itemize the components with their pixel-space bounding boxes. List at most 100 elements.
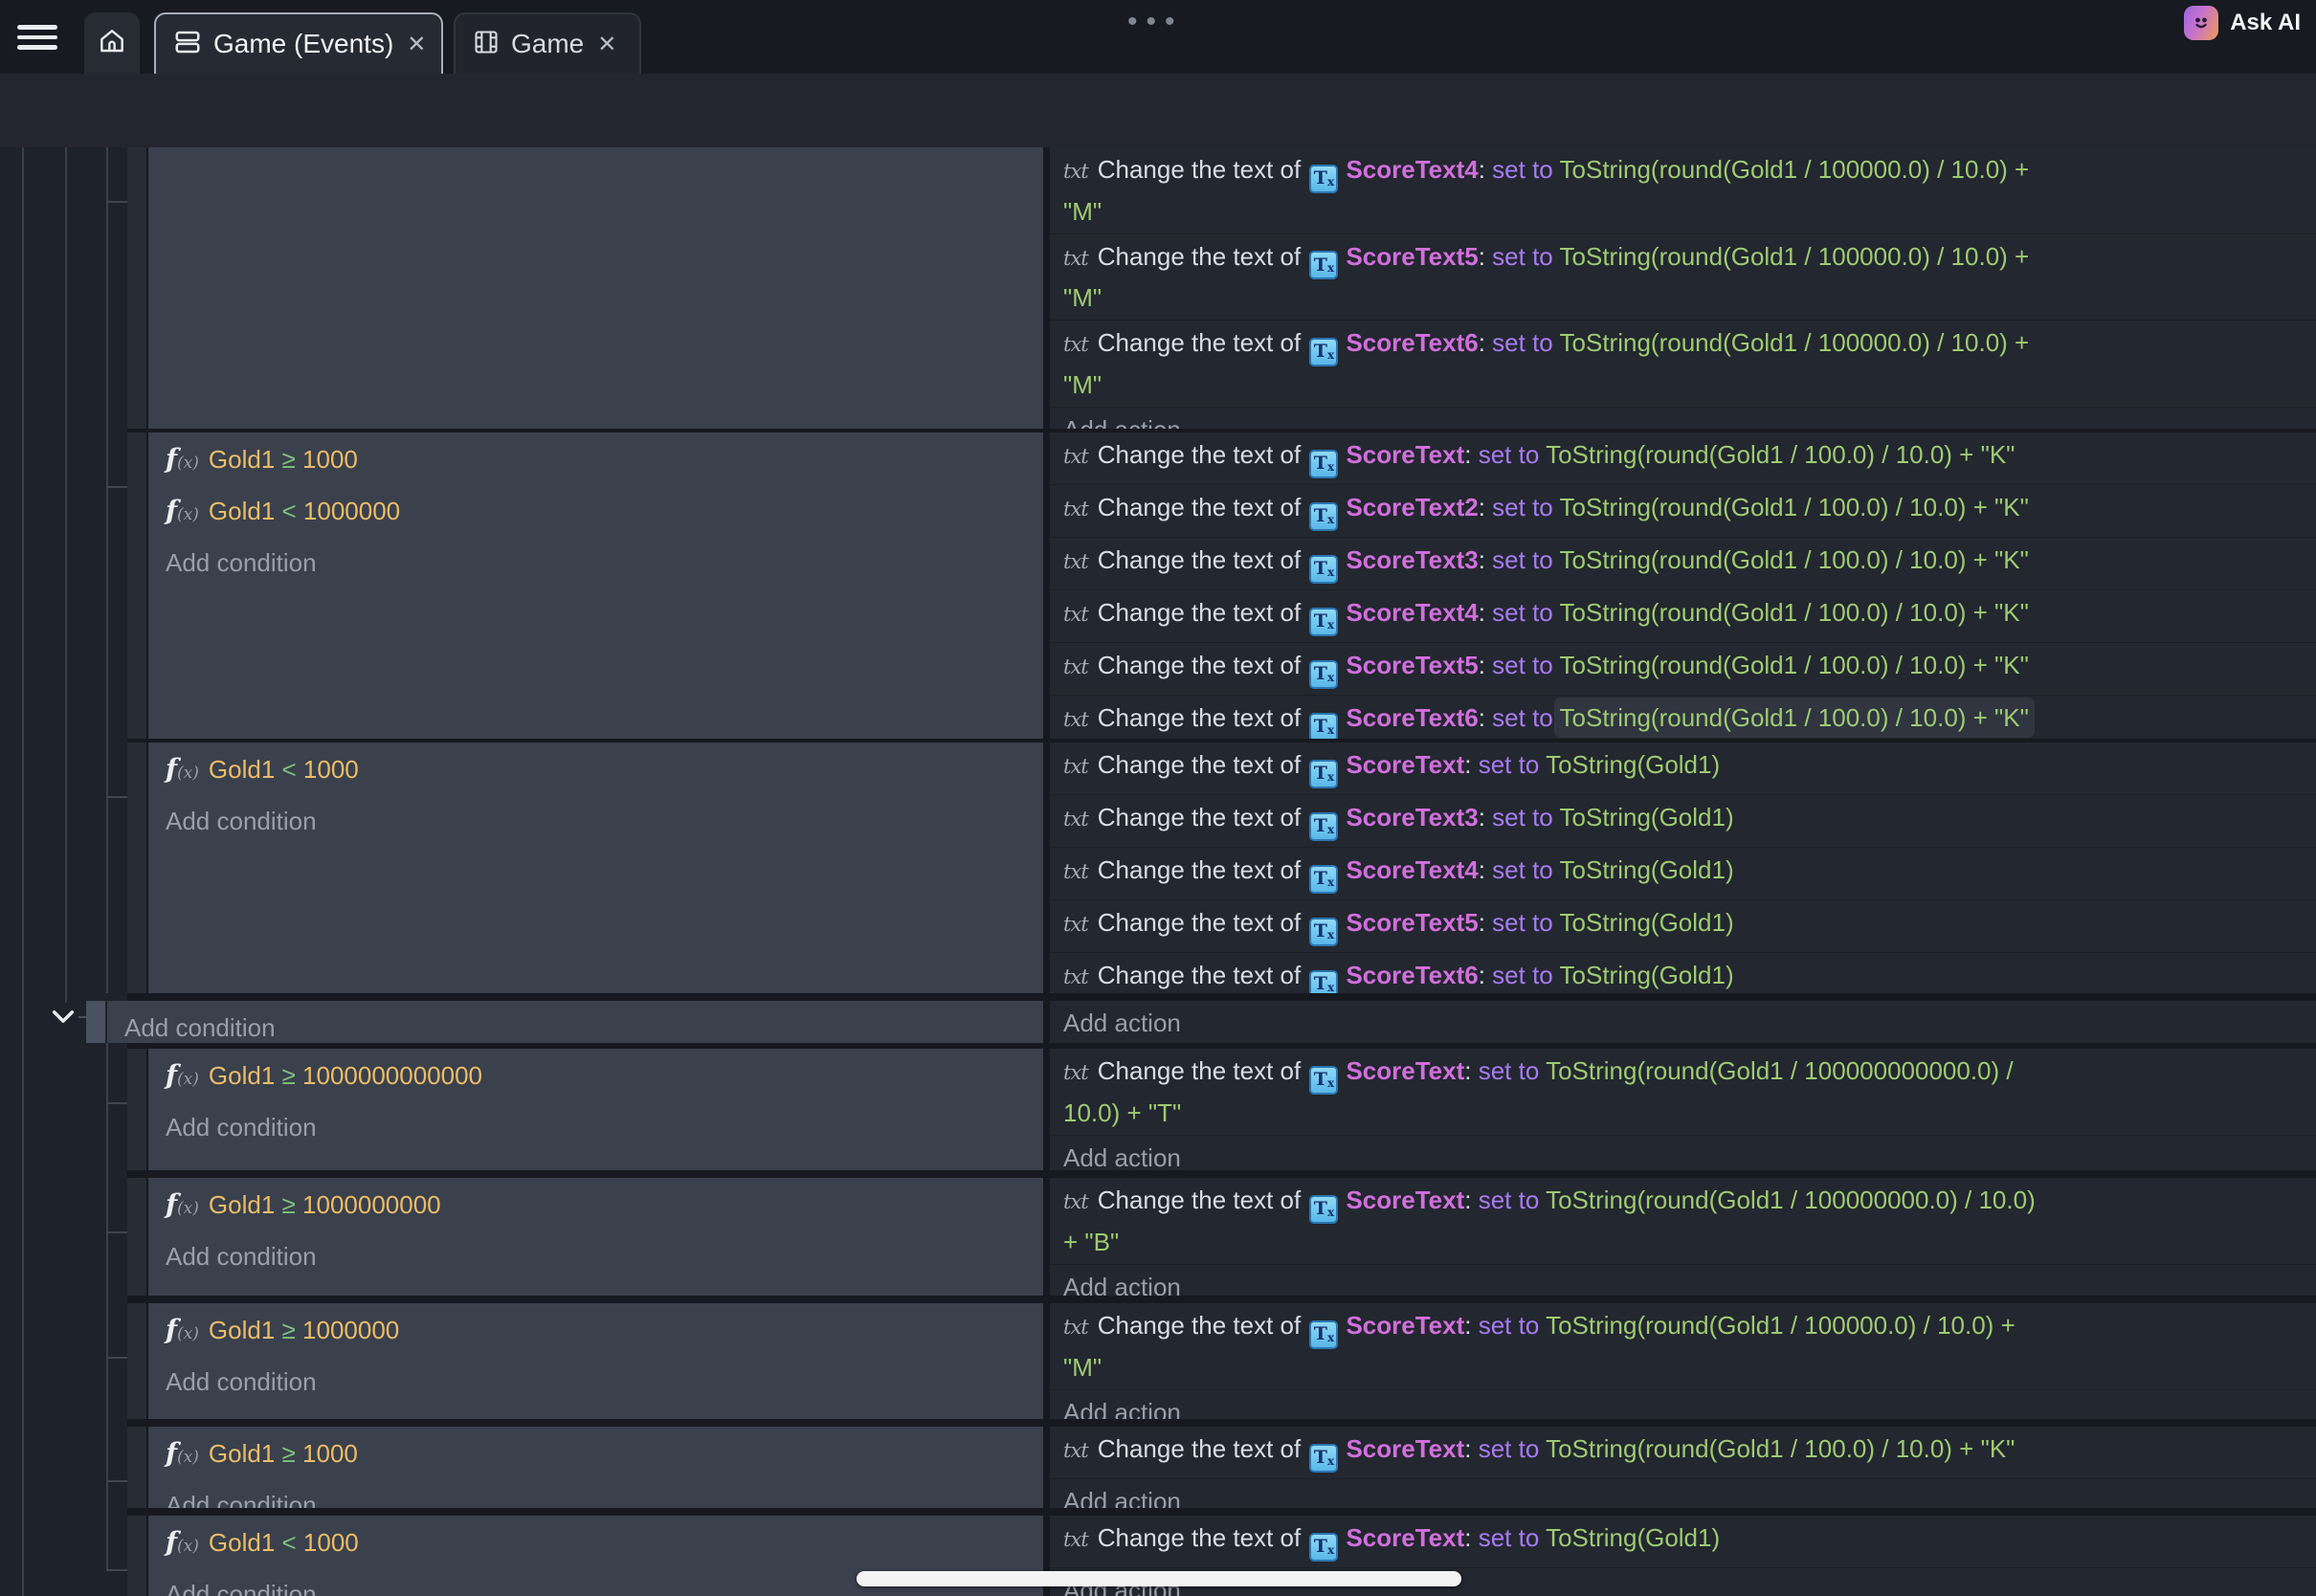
condition-value: 1000 <box>297 755 359 784</box>
event-gutter[interactable] <box>127 1303 146 1419</box>
events-sheet: txt Change the text of Tx ScoreText4: set … <box>0 147 2316 1596</box>
condition-row[interactable]: f(x)Gold1 ≥ 1000 <box>148 1431 1043 1483</box>
tree-connector <box>106 1480 127 1482</box>
text-object-icon: Tx <box>1309 1444 1338 1473</box>
event-block[interactable]: f(x)Gold1 ≥ 1000000000000Add conditiontx… <box>127 1049 2316 1170</box>
text-action-icon: txt <box>1063 498 1088 521</box>
main-menu-icon[interactable] <box>15 19 59 55</box>
actions-cell: txtChange the text of TxScoreText4: set … <box>1050 147 2316 429</box>
action-row[interactable]: txtChange the text of TxScoreText: set t… <box>1050 1178 2316 1265</box>
function-icon: f(x) <box>166 1439 199 1468</box>
event-block[interactable]: Add conditionAdd action <box>86 1001 2316 1043</box>
add-action-button[interactable]: Add action <box>1050 1001 2316 1043</box>
add-condition-button[interactable]: Add condition <box>148 1360 1043 1411</box>
condition-row[interactable]: f(x)Gold1 < 1000 <box>148 1520 1043 1572</box>
add-condition-button[interactable]: Add condition <box>148 541 1043 592</box>
tree-connector <box>106 486 127 488</box>
close-tab-icon[interactable]: ✕ <box>597 31 616 58</box>
tree-connector <box>106 1102 127 1104</box>
condition-value: 1000 <box>297 1528 359 1557</box>
event-block[interactable]: f(x)Gold1 ≥ 1000f(x)Gold1 < 1000000Add c… <box>127 432 2316 739</box>
action-text: Change the text of <box>1098 155 1308 184</box>
action-text: Change the text of <box>1098 242 1308 271</box>
text-object-icon: Tx <box>1309 918 1338 946</box>
text-action-icon: txt <box>1063 550 1088 573</box>
event-block[interactable]: f(x)Gold1 ≥ 1000Add conditiontxtChange t… <box>127 1427 2316 1508</box>
action-row[interactable]: txtChange the text of TxScoreText: set t… <box>1050 1516 2316 1568</box>
tab-game-scene[interactable]: Game ✕ <box>454 12 641 74</box>
add-condition-button[interactable]: Add condition <box>148 1105 1043 1157</box>
function-icon: f(x) <box>166 1528 199 1557</box>
add-condition-button[interactable]: Add condition <box>148 1234 1043 1286</box>
condition-row[interactable]: f(x)Gold1 < 1000000 <box>148 489 1043 541</box>
action-text: : <box>1479 961 1492 989</box>
add-action-button[interactable]: Add action <box>1050 408 2316 430</box>
event-gutter[interactable] <box>127 1049 146 1170</box>
action-row[interactable]: txtChange the text of TxScoreText: set t… <box>1050 1049 2316 1136</box>
action-row[interactable]: txtChange the text of TxScoreText4: set … <box>1050 590 2316 643</box>
event-block[interactable]: f(x)Gold1 < 1000Add conditiontxtChange t… <box>127 743 2316 993</box>
action-row[interactable]: txtChange the text of TxScoreText2: set … <box>1050 485 2316 538</box>
condition-value: 1000 <box>296 445 358 474</box>
action-text: Change the text of <box>1098 1056 1308 1085</box>
add-action-button[interactable]: Add action <box>1050 1265 2316 1297</box>
action-row[interactable]: txtChange the text of TxScoreText3: set … <box>1050 538 2316 590</box>
event-gutter[interactable] <box>127 1178 146 1296</box>
set-to-keyword: set to <box>1492 961 1559 989</box>
event-gutter[interactable] <box>127 1516 146 1596</box>
event-block[interactable]: f(x)Gold1 ≥ 1000000Add conditiontxtChang… <box>127 1303 2316 1419</box>
tree-connector <box>106 1231 127 1233</box>
object-name: ScoreText6 <box>1346 703 1478 732</box>
condition-row[interactable]: f(x)Gold1 ≥ 1000000 <box>148 1308 1043 1360</box>
action-row[interactable]: txtChange the text of TxScoreText: set t… <box>1050 1427 2316 1479</box>
add-action-button[interactable]: Add action <box>1050 1479 2316 1508</box>
add-action-button[interactable]: Add action <box>1050 1390 2316 1420</box>
add-condition-button[interactable]: Add condition <box>107 1006 1043 1043</box>
condition-variable: Gold1 <box>209 1439 282 1468</box>
action-row[interactable]: txtChange the text of TxScoreText: set t… <box>1050 1303 2316 1390</box>
event-gutter[interactable] <box>127 743 146 993</box>
action-row[interactable]: txtChange the text of TxScoreText5: set … <box>1050 900 2316 953</box>
event-block[interactable]: f(x)Gold1 ≥ 1000000000Add conditiontxtCh… <box>127 1178 2316 1296</box>
action-row[interactable]: txtChange the text of TxScoreText: set t… <box>1050 743 2316 795</box>
condition-row[interactable]: f(x)Gold1 ≥ 1000 <box>148 437 1043 489</box>
conditions-cell: Add condition <box>107 1001 1043 1043</box>
action-row[interactable]: txtChange the text of TxScoreText: set t… <box>1050 432 2316 485</box>
collapse-event-chevron-icon[interactable] <box>50 1007 77 1028</box>
action-row[interactable]: txtChange the text of TxScoreText6: set … <box>1050 696 2316 739</box>
add-action-button[interactable]: Add action <box>1050 1136 2316 1171</box>
condition-variable: Gold1 <box>209 497 282 525</box>
text-action-icon: txt <box>1063 965 1088 988</box>
horizontal-scrollbar[interactable] <box>857 1571 1461 1586</box>
ask-ai-button[interactable]: Ask AI <box>2184 6 2301 40</box>
action-row[interactable]: txtChange the text of TxScoreText5: set … <box>1050 643 2316 696</box>
object-name: ScoreText4 <box>1346 155 1478 184</box>
toolbar: Preview Share <box>0 74 2316 147</box>
event-gutter[interactable] <box>127 1427 146 1508</box>
expression: ToString(Gold1) <box>1546 1523 1720 1552</box>
action-row[interactable]: txtChange the text of TxScoreText6: set … <box>1050 321 2316 408</box>
tab-game-events[interactable]: Game (Events) ✕ <box>154 12 443 74</box>
event-gutter[interactable] <box>127 432 146 739</box>
condition-row[interactable]: f(x)Gold1 ≥ 1000000000000 <box>148 1053 1043 1105</box>
tab-home[interactable] <box>84 12 140 74</box>
action-text: : <box>1479 703 1492 732</box>
action-row[interactable]: txtChange the text of TxScoreText4: set … <box>1050 848 2316 900</box>
close-tab-icon[interactable]: ✕ <box>407 31 426 58</box>
add-condition-button[interactable]: Add condition <box>148 1483 1043 1508</box>
condition-row[interactable]: f(x)Gold1 ≥ 1000000000 <box>148 1183 1043 1234</box>
event-drag-handle[interactable] <box>86 1001 105 1043</box>
window-drag-handle-icon[interactable]: ••• <box>1127 6 1184 38</box>
event-gutter[interactable] <box>127 147 146 429</box>
object-name: ScoreText <box>1346 1523 1464 1552</box>
event-block[interactable]: txtChange the text of TxScoreText4: set … <box>127 147 2316 429</box>
action-row[interactable]: txtChange the text of TxScoreText6: set … <box>1050 953 2316 993</box>
conditions-cell: f(x)Gold1 ≥ 1000000000Add condition <box>148 1178 1043 1296</box>
add-condition-button[interactable]: Add condition <box>148 799 1043 851</box>
action-text: : <box>1479 855 1492 884</box>
action-row[interactable]: txtChange the text of TxScoreText5: set … <box>1050 234 2316 321</box>
action-row[interactable]: txtChange the text of TxScoreText3: set … <box>1050 795 2316 848</box>
set-to-keyword: set to <box>1492 803 1559 831</box>
condition-row[interactable]: f(x)Gold1 < 1000 <box>148 747 1043 799</box>
action-row[interactable]: txtChange the text of TxScoreText4: set … <box>1050 147 2316 234</box>
